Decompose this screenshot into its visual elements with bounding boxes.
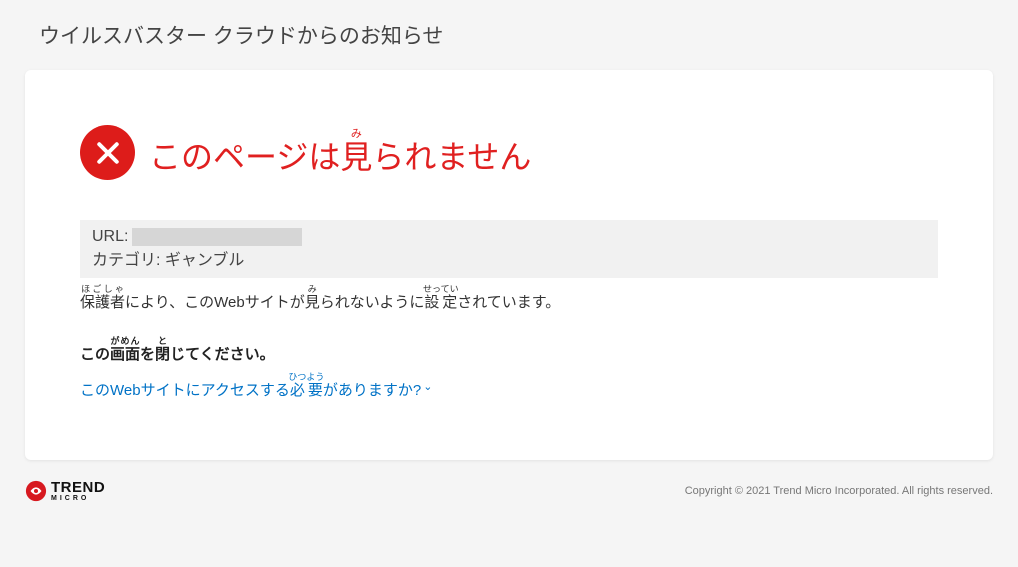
close-instruction: この画面がめんを閉とじてください。 [80, 336, 938, 364]
trend-logo-icon [25, 480, 47, 502]
copyright-text: Copyright © 2021 Trend Micro Incorporate… [685, 485, 993, 497]
block-description: 保護者ほごしゃにより、このWebサイトが見みられないように設定せっていされていま… [80, 284, 938, 312]
need-access-link[interactable]: このWebサイトにアクセスする必要ひつようがありますか? ⌄ [80, 372, 432, 400]
info-box: URL: カテゴリ: ギャンブル [80, 220, 938, 278]
url-value-redacted [132, 228, 302, 246]
brand-name-main: TREND [51, 480, 105, 495]
block-headline: このページは見みられません [149, 128, 531, 178]
block-card: このページは見みられません URL: カテゴリ: ギャンブル 保護者ほごしゃによ… [25, 70, 993, 460]
category-value: ギャンブル [165, 246, 245, 270]
chevron-down-icon: ⌄ [423, 380, 432, 393]
product-title: ウイルスバスター クラウドからのお知らせ [39, 20, 993, 50]
category-label: カテゴリ: [92, 246, 160, 270]
url-label: URL: [92, 228, 128, 246]
brand-logo-block: TREND MICRO [25, 480, 105, 502]
brand-name-sub: MICRO [51, 495, 105, 502]
error-icon [80, 125, 135, 180]
